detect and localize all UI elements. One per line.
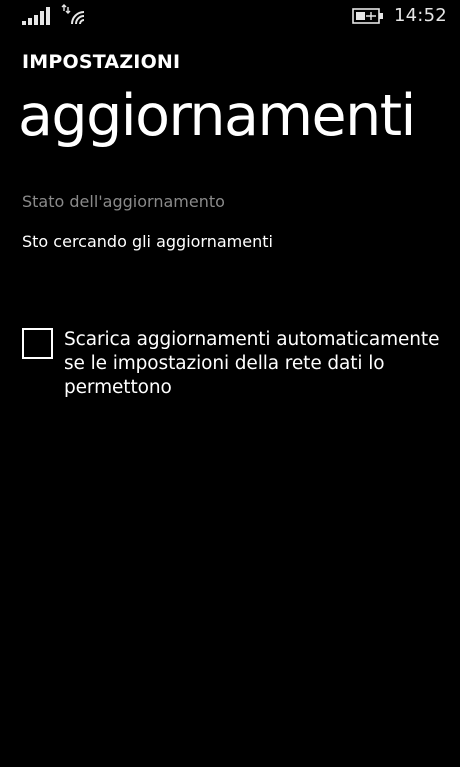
battery-charging-icon (352, 7, 386, 25)
status-bar: 14:52 (0, 0, 460, 34)
page-title: aggiornamenti (18, 83, 416, 149)
update-status-text: Sto cercando gli aggiornamenti (22, 232, 273, 251)
signal-strength-icon (22, 5, 54, 27)
auto-download-checkbox[interactable] (22, 328, 53, 359)
app-title: IMPOSTAZIONI (22, 51, 181, 73)
status-time: 14:52 (394, 5, 447, 26)
auto-download-label[interactable]: Scarica aggiornamenti automaticamente se… (64, 328, 454, 400)
update-status-label: Stato dell'aggiornamento (22, 192, 225, 211)
data-connection-icon (60, 4, 90, 26)
